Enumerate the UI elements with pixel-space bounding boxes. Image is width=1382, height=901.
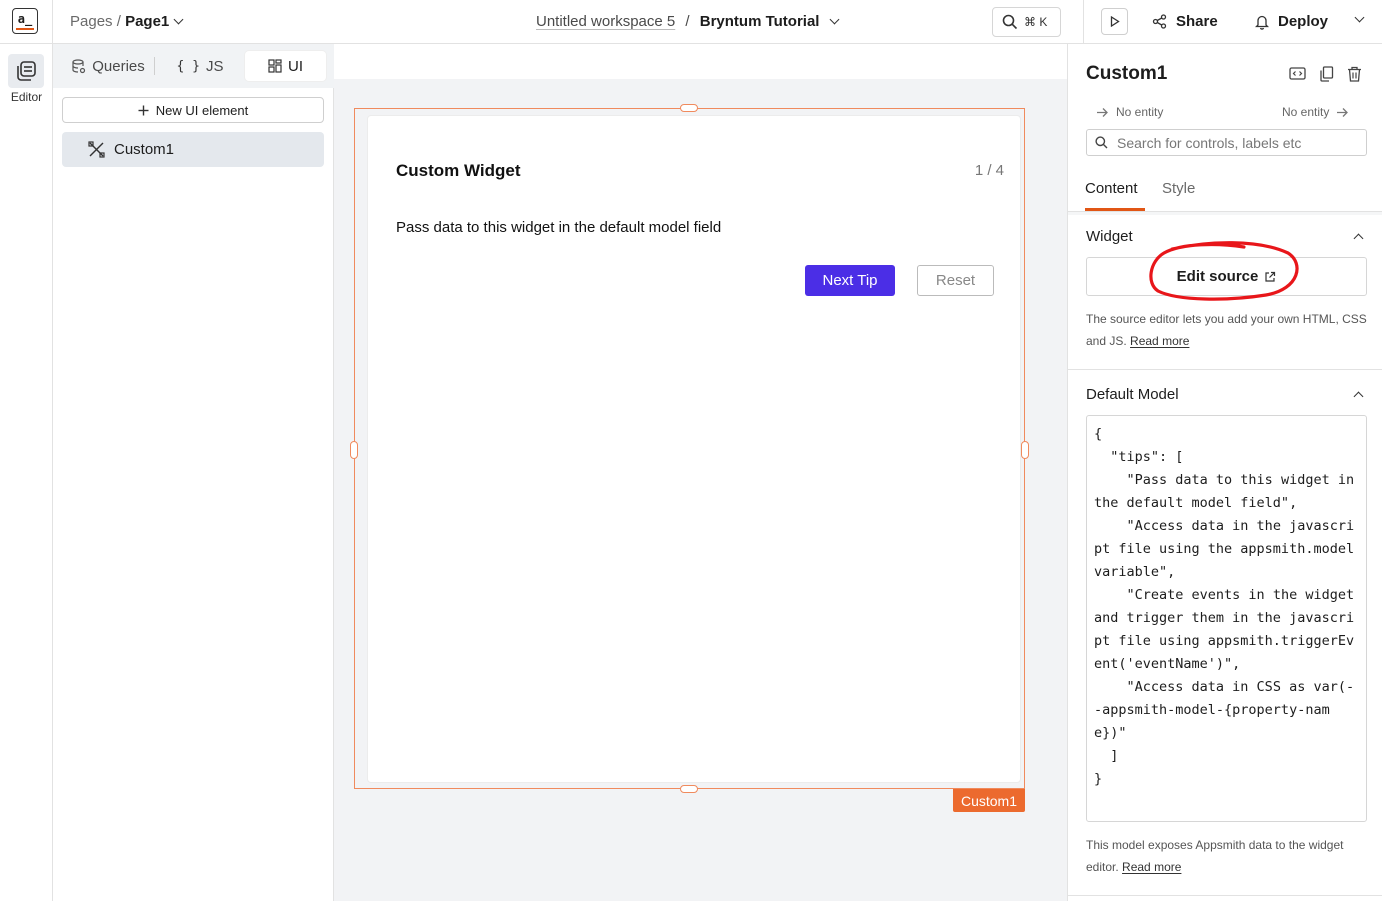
chevron-up-icon[interactable] — [1353, 391, 1364, 402]
tab-queries[interactable]: Queries — [62, 51, 154, 81]
active-tab-indicator — [1085, 208, 1145, 211]
widget-name-tag[interactable]: Custom1 — [953, 789, 1025, 812]
explorer-panel: Queries { } JS UI New UI element Custom1 — [53, 44, 334, 901]
tab-content[interactable]: Content — [1085, 180, 1138, 197]
plus-icon — [138, 105, 149, 115]
tip-text: Pass data to this widget in the default … — [396, 219, 722, 236]
explorer-segmented-control: Queries { } JS UI — [62, 51, 326, 81]
tab-queries-label: Queries — [92, 57, 145, 75]
section-divider — [1068, 212, 1382, 215]
share-button[interactable]: Share — [1152, 13, 1218, 30]
entity-item-custom1[interactable]: Custom1 — [62, 132, 324, 167]
tip-counter: 1 / 4 — [974, 162, 1004, 179]
tab-ui[interactable]: UI — [245, 51, 326, 81]
search-omnibar-button[interactable]: ⌘ K — [992, 7, 1061, 37]
search-icon — [1002, 14, 1018, 30]
tab-js[interactable]: { } JS — [155, 51, 245, 81]
external-link-icon — [1265, 271, 1276, 282]
editor-label: Editor — [10, 90, 43, 104]
entity-left-label: No entity — [1116, 105, 1164, 119]
custom-widget-icon — [88, 141, 105, 158]
read-more-link[interactable]: Read more — [1130, 334, 1189, 348]
top-bar: a_ Pages / Page1 Untitled workspace 5 / … — [0, 0, 1382, 44]
resize-handle-bottom[interactable] — [680, 785, 698, 793]
divider — [1083, 0, 1084, 44]
edit-source-label: Edit source — [1176, 268, 1259, 285]
database-icon — [72, 58, 86, 73]
chevron-down-icon — [173, 14, 184, 25]
edit-source-button[interactable]: Edit source — [1086, 257, 1367, 296]
arrow-right-icon — [1337, 107, 1349, 117]
preview-button[interactable] — [1101, 8, 1128, 35]
left-rail: Editor — [0, 44, 53, 901]
custom-widget-selection[interactable]: Custom Widget 1 / 4 Pass data to this wi… — [350, 104, 1029, 793]
pages-label: Pages — [70, 13, 113, 30]
search-placeholder: Search for controls, labels etc — [1117, 134, 1302, 151]
resize-handle-top[interactable] — [680, 104, 698, 112]
new-ui-element-button[interactable]: New UI element — [62, 97, 324, 123]
chevron-down-icon — [830, 14, 840, 25]
tab-ui-label: UI — [288, 57, 303, 75]
workspace-breadcrumb[interactable]: Untitled workspace 5 / Bryntum Tutorial — [536, 13, 840, 30]
play-icon — [1110, 16, 1120, 27]
breadcrumb-separator: / — [685, 13, 690, 30]
bell-icon — [1255, 15, 1269, 30]
delete-icon[interactable] — [1347, 66, 1362, 82]
tab-js-label: JS — [205, 57, 224, 75]
widgets-icon — [268, 59, 282, 73]
default-model-heading[interactable]: Default Model — [1086, 386, 1179, 403]
reset-button[interactable]: Reset — [917, 265, 994, 296]
share-icon — [1152, 14, 1167, 29]
deploy-label: Deploy — [1278, 13, 1329, 30]
widget-title: Custom Widget — [396, 161, 521, 180]
property-search-input[interactable]: Search for controls, labels etc — [1086, 129, 1367, 156]
braces-icon: { } — [176, 58, 200, 74]
divider — [52, 0, 53, 44]
deploy-options-chevron-icon[interactable] — [1353, 12, 1369, 28]
workspace-name[interactable]: Untitled workspace 5 — [536, 13, 675, 30]
model-help-text: This model exposes Appsmith data to the … — [1086, 838, 1344, 874]
property-tabs: Content Style — [1068, 164, 1382, 212]
property-pane-actions — [1289, 66, 1362, 82]
editor-icon — [17, 61, 36, 81]
app-name[interactable]: Bryntum Tutorial — [700, 13, 820, 30]
shortcut-hint: ⌘ K — [1024, 15, 1048, 29]
property-pane: Custom1 No entity No entity Search for c… — [1067, 44, 1382, 901]
editor-rail-button[interactable] — [8, 54, 44, 88]
canvas[interactable]: Custom Widget 1 / 4 Pass data to this wi… — [334, 44, 1067, 901]
tab-style[interactable]: Style — [1162, 180, 1195, 197]
entity-nav-right[interactable]: No entity — [1282, 105, 1349, 119]
breadcrumb-separator: / — [116, 13, 121, 30]
section-divider — [1068, 895, 1382, 896]
resize-handle-right[interactable] — [1021, 441, 1029, 459]
widget-help-text: The source editor lets you add your own … — [1086, 312, 1367, 348]
arrow-right-icon — [1097, 107, 1108, 117]
entity-nav-left[interactable]: No entity — [1096, 105, 1163, 119]
widget-name-title[interactable]: Custom1 — [1086, 63, 1167, 85]
default-model-editor[interactable]: { "tips": [ "Pass data to this widget in… — [1086, 415, 1367, 822]
page-name: Page1 — [125, 13, 170, 30]
widget-section-heading[interactable]: Widget — [1086, 228, 1133, 245]
app-logo-icon[interactable]: a_ — [12, 8, 38, 34]
search-icon — [1095, 136, 1108, 149]
deploy-button[interactable]: Deploy — [1255, 13, 1328, 30]
new-ui-element-label: New UI element — [155, 102, 249, 118]
entity-right-label: No entity — [1282, 105, 1330, 119]
canvas-header — [334, 44, 1067, 79]
chevron-up-icon[interactable] — [1353, 233, 1364, 244]
copy-icon[interactable] — [1319, 66, 1334, 82]
entity-label: Custom1 — [114, 141, 175, 158]
code-view-icon[interactable] — [1289, 66, 1306, 81]
resize-handle-left[interactable] — [350, 441, 358, 459]
next-tip-button[interactable]: Next Tip — [805, 265, 895, 296]
section-divider — [1068, 369, 1382, 370]
read-more-link[interactable]: Read more — [1122, 860, 1181, 874]
share-label: Share — [1176, 13, 1218, 30]
pages-breadcrumb[interactable]: Pages / Page1 — [70, 13, 184, 30]
custom-widget[interactable]: Custom Widget 1 / 4 Pass data to this wi… — [367, 115, 1021, 783]
